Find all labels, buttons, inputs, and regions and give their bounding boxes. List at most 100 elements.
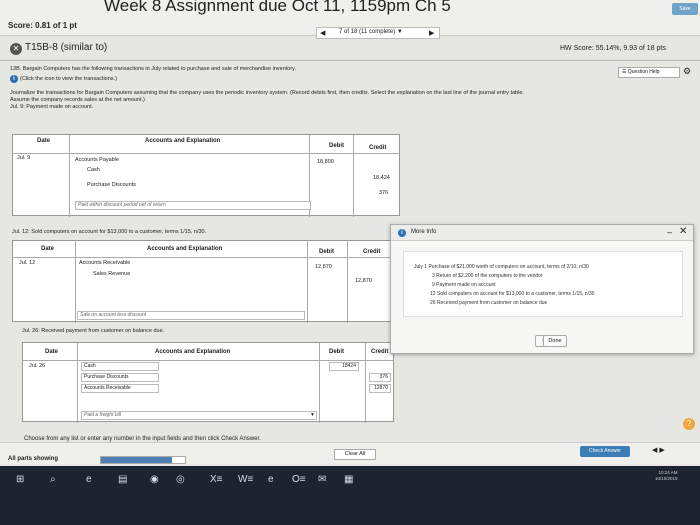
search-icon[interactable]: ⌕ xyxy=(50,474,56,485)
col-debit: Debit xyxy=(329,349,344,355)
progress-fill xyxy=(101,457,173,463)
assignment-title: Week 8 Assignment due Oct 11, 1159pm Ch … xyxy=(104,0,451,15)
account-cell[interactable]: Purchase Discounts xyxy=(87,182,136,188)
word-icon[interactable]: W≡ xyxy=(238,474,253,485)
col-divider xyxy=(77,343,78,423)
dialog-header: i More Info – ✕ xyxy=(391,225,693,241)
incorrect-icon: ✕ xyxy=(10,43,22,55)
outlook-icon[interactable]: O≡ xyxy=(292,474,306,485)
folder-icon[interactable]: ▤ xyxy=(118,474,127,485)
credit-cell[interactable]: 12,870 xyxy=(355,278,372,284)
help-icon[interactable]: ? xyxy=(683,418,695,430)
view-transactions-link[interactable]: i (Click the icon to view the transaction… xyxy=(10,75,117,83)
question-help-button[interactable]: ☰ Question Help xyxy=(618,67,680,78)
close-icon[interactable]: ✕ xyxy=(679,226,687,237)
previous-icon[interactable]: ◀ xyxy=(652,447,657,454)
entry-date: Jul. 12 xyxy=(19,260,36,266)
info-icon[interactable]: i xyxy=(10,75,18,83)
col-divider xyxy=(307,241,308,323)
minimize-icon[interactable]: – xyxy=(667,227,672,237)
instructions-text: Journalize the transactions for Bargain … xyxy=(10,90,524,96)
header-divider xyxy=(13,257,401,258)
col-divider xyxy=(75,241,76,323)
explanation-select[interactable]: Sale on account less discount xyxy=(77,311,305,320)
save-button[interactable]: Save xyxy=(672,3,698,15)
done-button[interactable]: Done xyxy=(543,335,567,347)
col-credit: Credit xyxy=(371,349,389,355)
transaction-prompt-jul9: Jul. 9: Payment made on account. xyxy=(10,104,94,110)
list-item: 26 Received payment from customer on bal… xyxy=(430,300,548,306)
col-debit: Debit xyxy=(329,143,344,149)
question-arrows[interactable]: ◀ ▶ xyxy=(652,446,665,454)
more-info-dialog: i More Info – ✕ July 1 Purchase of $21,0… xyxy=(390,224,694,354)
header-divider xyxy=(23,360,393,361)
account-input[interactable]: Purchase Discounts xyxy=(81,373,159,382)
dialog-title: More Info xyxy=(411,229,437,235)
col-debit: Debit xyxy=(319,249,334,255)
debit-cell[interactable]: 18,800 xyxy=(317,159,334,165)
explanation-select[interactable]: Paid within discount period net of retur… xyxy=(75,201,311,210)
ie-icon[interactable]: e xyxy=(268,474,274,485)
col-accounts: Accounts and Explanation xyxy=(145,138,221,144)
account-input[interactable]: Cash xyxy=(81,362,159,371)
col-divider xyxy=(353,135,354,217)
debit-input[interactable]: 18424 xyxy=(329,362,359,371)
windows-start-icon[interactable]: ⊞ xyxy=(16,474,24,485)
hw-score: HW Score: 55.14%, 9.93 of 18 pts xyxy=(560,45,666,52)
question-navigator[interactable]: ◀ 7 of 18 (11 complete) ▼ ▶ xyxy=(316,27,440,39)
col-date: Date xyxy=(45,349,59,355)
gear-icon[interactable]: ⚙ xyxy=(683,66,691,77)
account-input[interactable]: Accounts Receivable xyxy=(81,384,159,393)
debit-cell[interactable]: 12,870 xyxy=(315,264,332,270)
account-cell[interactable]: Accounts Payable xyxy=(75,157,119,163)
excel-icon[interactable]: X≡ xyxy=(210,474,223,485)
credit-input[interactable]: 12870 xyxy=(369,384,391,393)
col-credit: Credit xyxy=(363,249,381,255)
instructions-text-2: Assume the company records sales at the … xyxy=(10,97,145,103)
calculator-icon[interactable]: ▦ xyxy=(344,474,353,485)
all-parts-label: All parts showing xyxy=(8,456,59,462)
account-cell[interactable]: Cash xyxy=(87,167,100,173)
progress-bar xyxy=(100,456,186,464)
col-date: Date xyxy=(37,138,51,144)
entry-date: Jul. 26 xyxy=(29,363,46,369)
mail-icon[interactable]: ✉ xyxy=(318,474,326,485)
transaction-prompt-jul26: Jul. 26: Received payment from customer … xyxy=(22,328,165,334)
col-divider xyxy=(69,135,70,217)
header-divider xyxy=(13,153,399,154)
credit-input[interactable]: 376 xyxy=(369,373,391,382)
next-question-icon[interactable]: ▶ xyxy=(429,29,434,37)
account-cell[interactable]: Accounts Receivable xyxy=(79,260,130,266)
col-accounts: Accounts and Explanation xyxy=(155,349,231,355)
entry-date: Jul. 9 xyxy=(17,155,31,161)
credit-cell[interactable]: 18,424 xyxy=(373,175,390,181)
journal-table-jul12: Date Accounts and Explanation Debit Cred… xyxy=(12,240,402,323)
col-accounts: Accounts and Explanation xyxy=(147,246,223,252)
col-credit: Credit xyxy=(369,145,387,151)
col-divider xyxy=(365,343,366,423)
list-item: 12 Sold computers on account for $13,000… xyxy=(430,291,595,297)
previous-question-icon[interactable]: ◀ xyxy=(320,29,325,37)
question-title: ✕ T15B-8 (similar to) xyxy=(10,42,107,55)
col-date: Date xyxy=(41,246,55,252)
question-score: Score: 0.81 of 1 pt xyxy=(8,21,77,30)
question-selector[interactable]: 7 of 18 (11 complete) ▼ xyxy=(339,29,403,35)
account-cell[interactable]: Sales Revenue xyxy=(93,271,130,277)
journal-table-jul9: Date Accounts and Explanation Debit Cred… xyxy=(12,134,400,217)
next-icon[interactable]: ▶ xyxy=(659,447,664,454)
col-divider xyxy=(347,241,348,323)
system-clock: 10:24 AM 10/10/2019 xyxy=(655,470,678,481)
list-item: July 1 Purchase of $21,000 worth of comp… xyxy=(414,264,589,270)
explanation-select[interactable]: Paid a freight bill ▼ xyxy=(81,411,317,420)
chrome-icon[interactable]: ◉ xyxy=(150,474,159,485)
check-answer-button[interactable]: Check Answer xyxy=(580,446,630,457)
list-item: 9 Payment made on account xyxy=(432,282,496,288)
list-item: 3 Return of $2,200 of the computers to t… xyxy=(432,273,543,279)
credit-cell[interactable]: 376 xyxy=(379,190,388,196)
transaction-prompt-jul12: Jul. 12: Sold computers on account for $… xyxy=(12,229,207,235)
journal-table-jul26: Date Accounts and Explanation Debit Cred… xyxy=(22,342,394,423)
edge-icon[interactable]: e xyxy=(86,474,92,485)
app-icon[interactable]: ◎ xyxy=(176,474,185,485)
chevron-down-icon[interactable]: ▼ xyxy=(310,412,315,419)
clear-all-button[interactable]: Clear All xyxy=(334,449,376,460)
